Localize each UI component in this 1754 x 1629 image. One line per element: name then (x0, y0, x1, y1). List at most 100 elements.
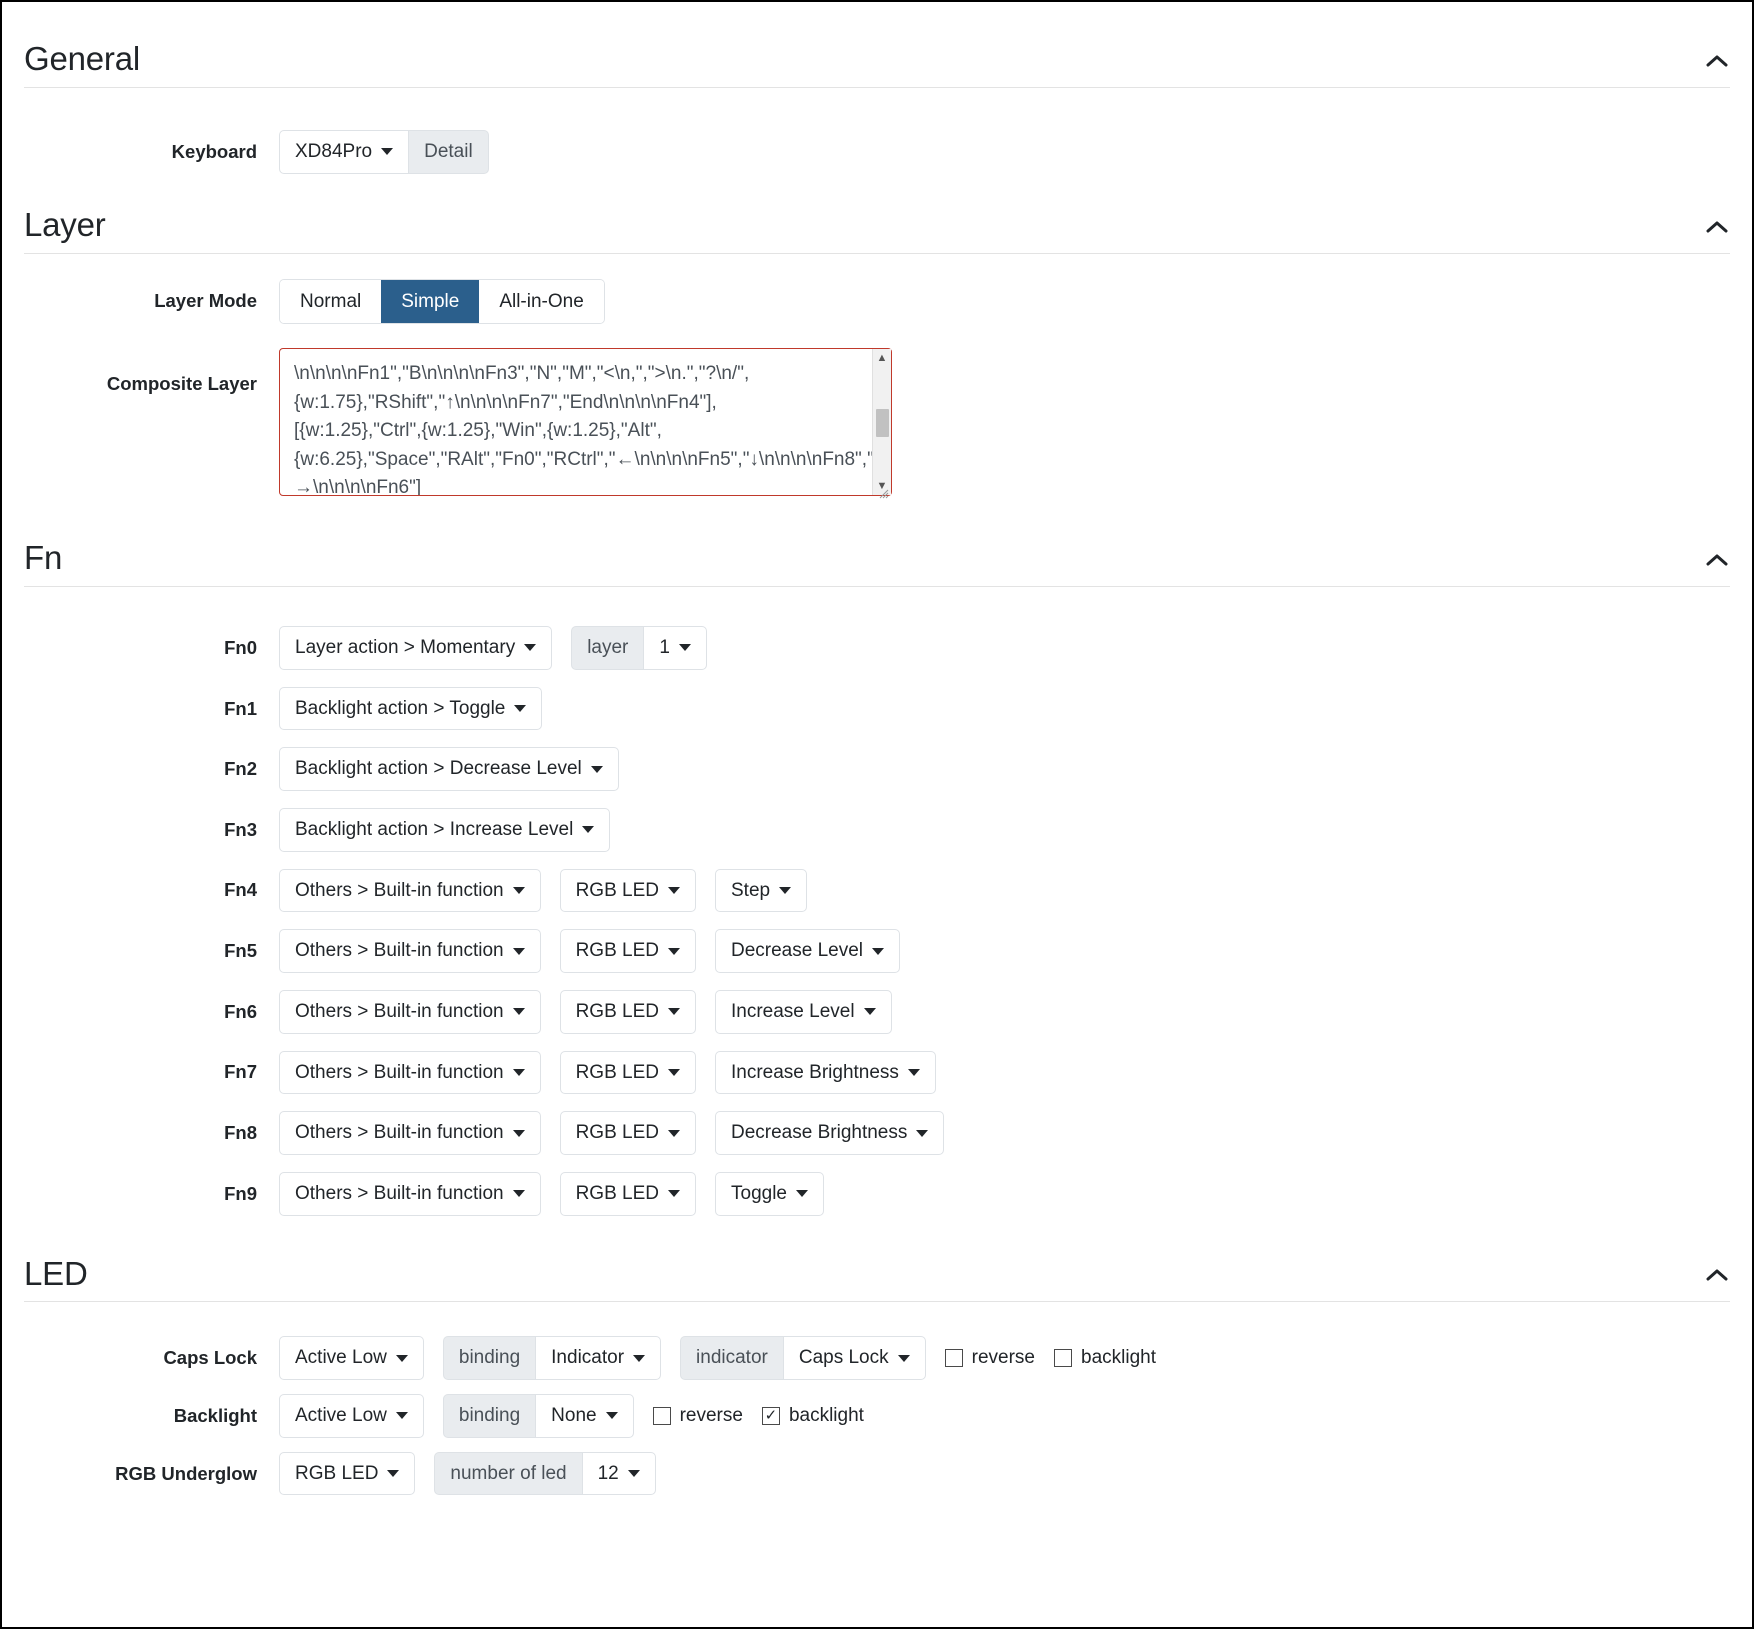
rgb-underglow-count-group: number of led 12 (434, 1451, 656, 1496)
caps-lock-indicator-select[interactable]: Caps Lock (782, 1336, 926, 1381)
backlight-binding-select[interactable]: None (535, 1394, 634, 1438)
checkbox-box[interactable] (944, 1349, 963, 1368)
keyboard-input-group: XD84Pro Detail (279, 129, 489, 174)
fn-option-value: Toggle (731, 1182, 787, 1204)
rgb-underglow-count-select[interactable]: 12 (581, 1451, 656, 1496)
caps-lock-binding-select[interactable]: Indicator (535, 1336, 662, 1381)
caret-down-icon (678, 644, 691, 652)
caret-down-icon (395, 1354, 408, 1362)
fn-option-select[interactable]: Step (715, 868, 808, 913)
fn-option-select[interactable]: Increase Level (715, 989, 892, 1034)
caret-down-icon (916, 1129, 929, 1137)
fn-target-select[interactable]: RGB LED (559, 929, 696, 973)
fn-action-select[interactable]: Layer action > Momentary (279, 626, 553, 670)
chevron-up-icon[interactable] (1704, 1262, 1730, 1288)
composite-layer-textarea[interactable] (279, 348, 892, 497)
caps-lock-binding-group: binding Indicator (442, 1336, 662, 1381)
fn-target-select[interactable]: RGB LED (559, 868, 696, 913)
fn-action-select[interactable]: Others > Built-in function (279, 929, 541, 973)
layer-mode-simple[interactable]: Simple (381, 279, 480, 324)
chevron-up-icon[interactable] (1704, 214, 1730, 240)
spacer-fn (24, 587, 1730, 626)
fn-action-select[interactable]: Others > Built-in function (279, 1111, 541, 1155)
fn-action-select[interactable]: Backlight action > Increase Level (279, 808, 611, 852)
caps-lock-backlight-label: backlight (1081, 1347, 1156, 1369)
caps-lock-backlight-checkbox[interactable]: backlight (1054, 1347, 1156, 1369)
checkbox-box[interactable] (652, 1406, 671, 1425)
fn-option-value: Decrease Level (731, 940, 864, 962)
textarea-scrollbar[interactable]: ▲ ▼ (872, 349, 891, 496)
row-composite-layer: Composite Layer ▲ ▼ (24, 348, 1730, 501)
fn-target-value: RGB LED (575, 1000, 659, 1022)
caps-lock-polarity-value: Active Low (295, 1347, 387, 1369)
caret-down-icon (605, 1412, 618, 1420)
fn-row: Fn8 Others > Built-in function RGB LED D… (24, 1111, 1730, 1155)
caret-down-icon (512, 1068, 525, 1076)
configurator-page: General Keyboard XD84Pro Detail Layer La… (0, 0, 1754, 1629)
spacer-before-led (24, 1233, 1730, 1255)
layer-mode-all-in-one[interactable]: All-in-One (479, 279, 604, 324)
backlight-reverse-checkbox[interactable]: reverse (652, 1405, 743, 1427)
fn-action-select[interactable]: Backlight action > Decrease Level (279, 747, 619, 792)
scroll-down-icon[interactable]: ▼ (873, 477, 891, 495)
fn-target-select[interactable]: RGB LED (559, 1111, 696, 1155)
rgb-underglow-type-select[interactable]: RGB LED (279, 1451, 416, 1496)
fn-controls: Others > Built-in function RGB LED Toggl… (279, 1171, 824, 1216)
caret-down-icon (582, 826, 595, 834)
backlight-polarity-select[interactable]: Active Low (279, 1394, 424, 1438)
fn-action-select[interactable]: Others > Built-in function (279, 1050, 541, 1095)
layer-mode-normal[interactable]: Normal (280, 279, 382, 324)
fn-option-select[interactable]: Decrease Level (715, 929, 901, 973)
fn-option-select[interactable]: Increase Brightness (715, 1050, 936, 1095)
checkbox-box[interactable] (1054, 1349, 1072, 1368)
caret-down-icon (512, 886, 525, 894)
backlight-backlight-checkbox[interactable]: ✓ backlight (761, 1404, 864, 1427)
caps-lock-reverse-checkbox[interactable]: reverse (944, 1347, 1035, 1369)
caps-lock-controls: Active Low binding Indicator indicator C… (279, 1336, 1156, 1381)
checkbox-box-checked[interactable]: ✓ (761, 1406, 780, 1425)
fn-action-select[interactable]: Others > Built-in function (279, 989, 541, 1034)
fn-option-select[interactable]: Decrease Brightness (715, 1111, 945, 1155)
chevron-up-icon[interactable] (1704, 547, 1730, 573)
caps-lock-binding-addon: binding (442, 1336, 537, 1381)
fn-row: Fn0 Layer action > Momentary layer 1 (24, 626, 1730, 670)
caps-lock-reverse-label: reverse (971, 1347, 1035, 1369)
fn-layer-select[interactable]: 1 (643, 626, 707, 670)
section-header-led: LED (24, 1255, 1730, 1303)
keyboard-select[interactable]: XD84Pro (279, 129, 410, 174)
scrollbar-thumb[interactable] (875, 409, 889, 438)
section-title-fn: Fn (24, 539, 63, 577)
fn-target-select[interactable]: RGB LED (559, 989, 696, 1034)
caret-down-icon (668, 1068, 680, 1076)
fn-action-select[interactable]: Backlight action > Toggle (279, 686, 543, 731)
keyboard-label: Keyboard (171, 140, 257, 162)
fn-option-select[interactable]: Toggle (715, 1171, 824, 1216)
section-header-layer: Layer (24, 206, 1730, 254)
fn-action-select[interactable]: Others > Built-in function (279, 868, 541, 913)
fn-option-value: Increase Level (731, 1000, 855, 1022)
fn-option-value: Increase Brightness (731, 1061, 899, 1083)
keyboard-detail-button[interactable]: Detail (408, 129, 489, 174)
fn-action-value: Others > Built-in function (295, 940, 504, 962)
backlight-backlight-label: backlight (788, 1404, 864, 1426)
backlight-controls: Active Low binding None reverse ✓ backli… (279, 1394, 864, 1438)
fn-label: Fn4 (224, 879, 257, 901)
led-row-rgb-underglow: RGB Underglow RGB LED number of led 12 (24, 1451, 1730, 1496)
fn-target-select[interactable]: RGB LED (559, 1050, 696, 1095)
caret-down-icon (524, 644, 537, 652)
fn-target-select[interactable]: RGB LED (559, 1171, 696, 1216)
fn-row: Fn3 Backlight action > Increase Level (24, 808, 1730, 852)
caps-lock-polarity-select[interactable]: Active Low (279, 1336, 424, 1381)
fn-action-select[interactable]: Others > Built-in function (279, 1171, 541, 1216)
fn-action-value: Others > Built-in function (295, 1182, 504, 1204)
caps-lock-label: Caps Lock (163, 1347, 257, 1369)
rgb-underglow-count-value: 12 (597, 1462, 619, 1484)
fn-action-value: Backlight action > Decrease Level (295, 758, 582, 780)
fn-action-value: Others > Built-in function (295, 1061, 504, 1083)
caret-down-icon (907, 1068, 920, 1076)
chevron-up-icon[interactable] (1704, 48, 1730, 74)
rgb-underglow-type-value: RGB LED (295, 1462, 379, 1484)
fn-action-value: Others > Built-in function (295, 1000, 504, 1022)
scroll-up-icon[interactable]: ▲ (873, 349, 891, 367)
caret-down-icon (668, 1129, 680, 1137)
